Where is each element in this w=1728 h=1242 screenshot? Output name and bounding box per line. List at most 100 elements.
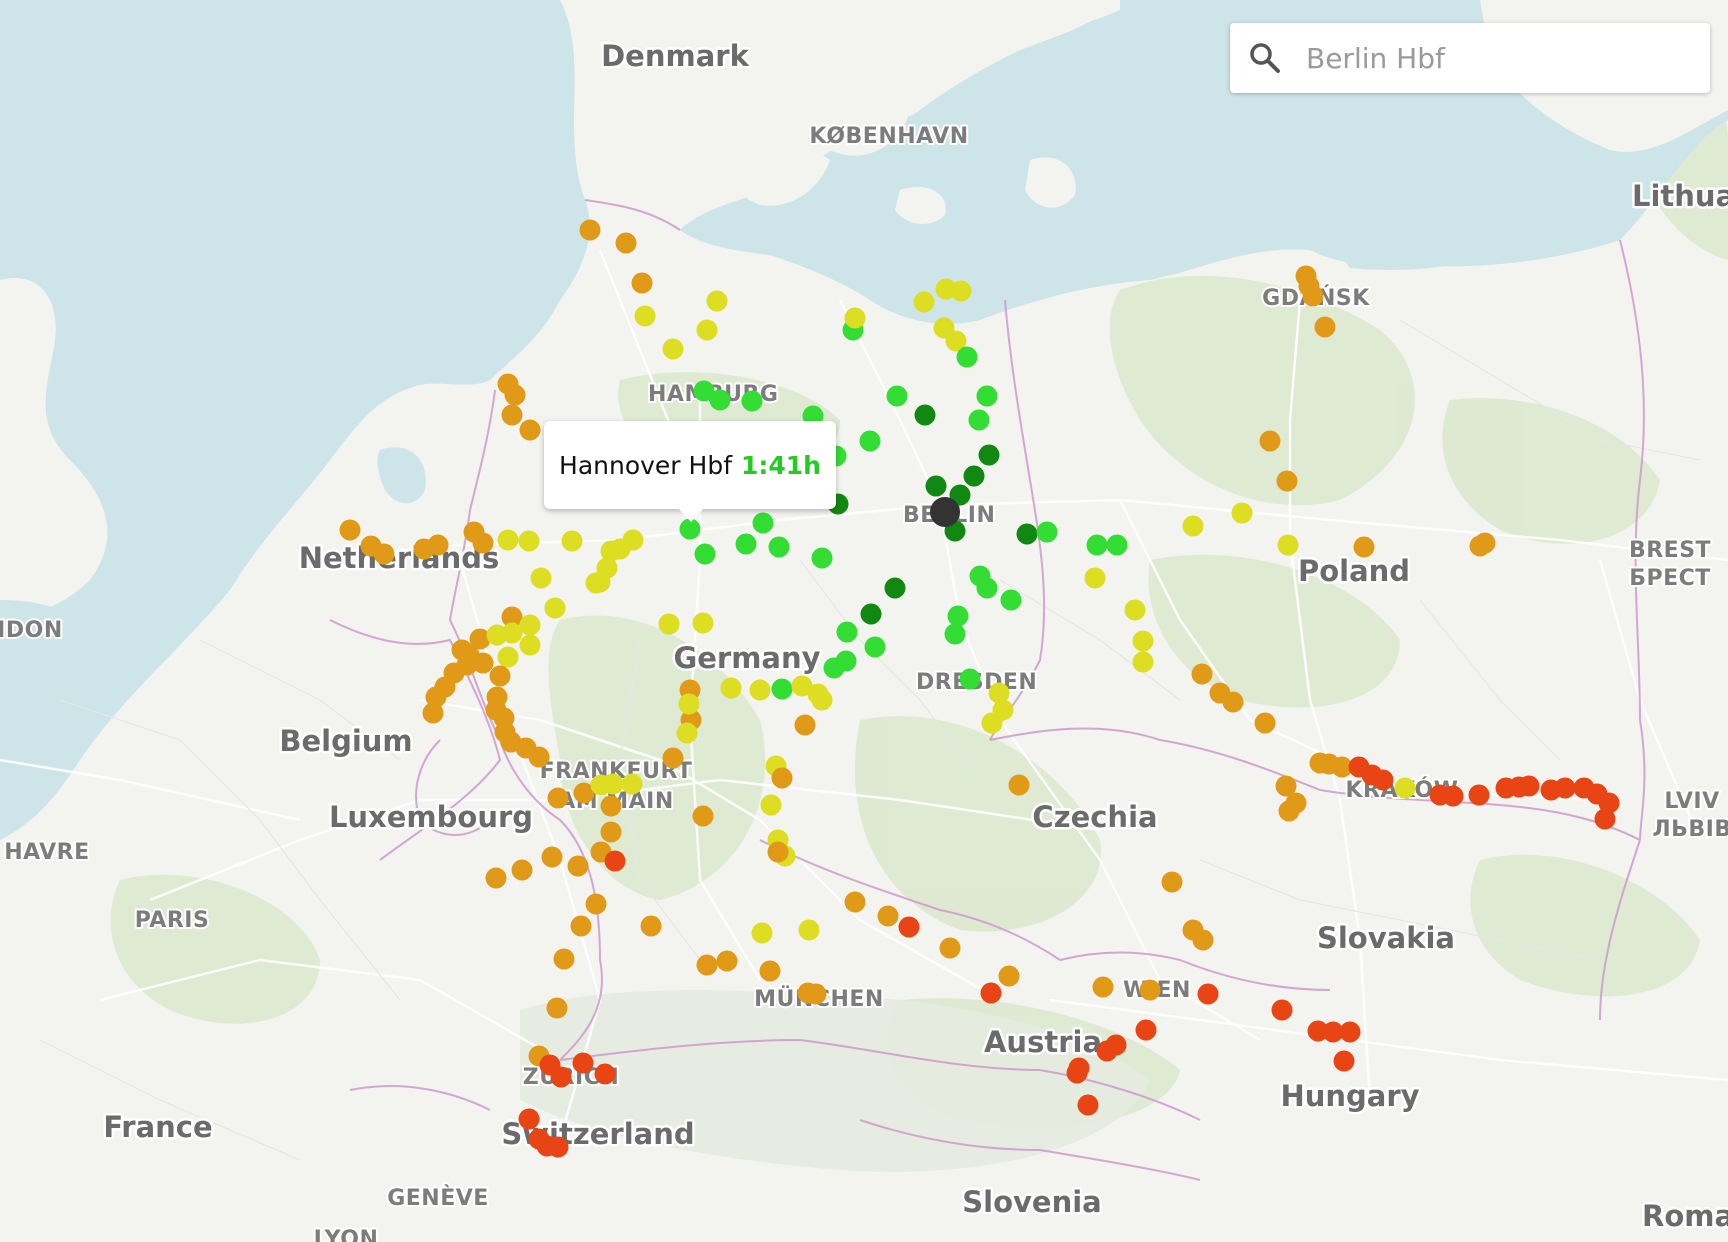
station-marker[interactable] bbox=[472, 652, 494, 674]
station-marker[interactable] bbox=[622, 529, 644, 551]
station-marker[interactable] bbox=[1276, 470, 1298, 492]
station-marker[interactable] bbox=[959, 668, 981, 690]
station-marker[interactable] bbox=[472, 532, 494, 554]
station-marker[interactable] bbox=[692, 805, 714, 827]
station-marker[interactable] bbox=[1135, 1019, 1157, 1041]
station-marker[interactable] bbox=[1139, 979, 1161, 1001]
station-marker[interactable] bbox=[976, 577, 998, 599]
map-canvas[interactable]: Denmark Netherlands Belgium Luxembourg G… bbox=[0, 0, 1728, 1242]
station-marker[interactable] bbox=[1132, 651, 1154, 673]
station-marker[interactable] bbox=[925, 475, 947, 497]
station-marker[interactable] bbox=[621, 773, 643, 795]
station-marker[interactable] bbox=[798, 919, 820, 941]
station-marker[interactable] bbox=[504, 384, 526, 406]
station-marker[interactable] bbox=[1008, 774, 1030, 796]
station-marker[interactable] bbox=[541, 846, 563, 868]
station-marker[interactable] bbox=[1066, 1062, 1088, 1084]
station-marker[interactable] bbox=[1000, 589, 1022, 611]
station-marker[interactable] bbox=[1231, 502, 1253, 524]
station-marker[interactable] bbox=[968, 409, 990, 431]
station-marker[interactable] bbox=[579, 219, 601, 241]
station-marker[interactable] bbox=[1096, 1040, 1118, 1062]
station-marker[interactable] bbox=[600, 795, 622, 817]
station-marker[interactable] bbox=[844, 891, 866, 913]
station-marker[interactable] bbox=[939, 937, 961, 959]
station-marker[interactable] bbox=[811, 689, 833, 711]
station-marker[interactable] bbox=[741, 390, 763, 412]
station-marker[interactable] bbox=[676, 722, 698, 744]
station-marker[interactable] bbox=[913, 291, 935, 313]
station-marker[interactable] bbox=[1474, 532, 1496, 554]
station-marker[interactable] bbox=[947, 605, 969, 627]
station-marker[interactable] bbox=[1372, 769, 1394, 791]
station-marker[interactable] bbox=[864, 636, 886, 658]
station-marker[interactable] bbox=[1594, 808, 1616, 830]
station-marker[interactable] bbox=[720, 677, 742, 699]
station-marker[interactable] bbox=[497, 529, 519, 551]
station-marker[interactable] bbox=[759, 960, 781, 982]
station-marker[interactable] bbox=[1036, 521, 1058, 543]
station-marker[interactable] bbox=[696, 954, 718, 976]
station-marker[interactable] bbox=[709, 389, 731, 411]
station-marker[interactable] bbox=[1333, 1050, 1355, 1072]
station-marker[interactable] bbox=[662, 747, 684, 769]
station-marker[interactable] bbox=[886, 385, 908, 407]
station-marker[interactable] bbox=[550, 1066, 572, 1088]
station-marker[interactable] bbox=[811, 547, 833, 569]
station-marker[interactable] bbox=[485, 867, 507, 889]
station-marker[interactable] bbox=[422, 702, 444, 724]
station-marker[interactable] bbox=[1259, 430, 1281, 452]
station-marker[interactable] bbox=[1016, 523, 1038, 545]
station-marker[interactable] bbox=[528, 746, 550, 768]
station-marker[interactable] bbox=[530, 567, 552, 589]
station-marker[interactable] bbox=[1314, 316, 1336, 338]
station-marker[interactable] bbox=[768, 536, 790, 558]
station-marker[interactable] bbox=[519, 634, 541, 656]
station-marker[interactable] bbox=[501, 622, 523, 644]
station-marker[interactable] bbox=[1197, 983, 1219, 1005]
station-marker[interactable] bbox=[692, 612, 714, 634]
station-marker[interactable] bbox=[1086, 534, 1108, 556]
station-marker[interactable] bbox=[547, 1136, 569, 1158]
station-marker[interactable] bbox=[1302, 285, 1324, 307]
station-marker[interactable] bbox=[823, 657, 845, 679]
station-marker[interactable] bbox=[1077, 1094, 1099, 1116]
station-marker[interactable] bbox=[716, 950, 738, 972]
station-marker[interactable] bbox=[519, 614, 541, 636]
station-marker[interactable] bbox=[694, 543, 716, 565]
station-marker[interactable] bbox=[511, 859, 533, 881]
station-marker[interactable] bbox=[978, 444, 1000, 466]
station-marker[interactable] bbox=[640, 915, 662, 937]
station-marker[interactable] bbox=[1132, 630, 1154, 652]
station-marker[interactable] bbox=[589, 571, 611, 593]
station-marker[interactable] bbox=[634, 305, 656, 327]
station-marker[interactable] bbox=[767, 841, 789, 863]
station-marker[interactable] bbox=[519, 419, 541, 441]
station-marker[interactable] bbox=[1161, 871, 1183, 893]
station-marker[interactable] bbox=[373, 543, 395, 565]
station-marker[interactable] bbox=[489, 665, 511, 687]
origin-marker-berlin-hbf[interactable] bbox=[930, 497, 960, 527]
station-marker[interactable] bbox=[760, 794, 782, 816]
station-marker[interactable] bbox=[805, 983, 827, 1005]
station-marker[interactable] bbox=[662, 338, 684, 360]
station-marker[interactable] bbox=[976, 385, 998, 407]
station-marker[interactable] bbox=[615, 232, 637, 254]
station-marker[interactable] bbox=[944, 623, 966, 645]
station-marker[interactable] bbox=[1442, 785, 1464, 807]
station-marker[interactable] bbox=[339, 519, 361, 541]
station-marker[interactable] bbox=[981, 712, 1003, 734]
station-marker[interactable] bbox=[980, 982, 1002, 1004]
station-marker[interactable] bbox=[1468, 784, 1490, 806]
station-marker[interactable] bbox=[570, 915, 592, 937]
station-marker[interactable] bbox=[600, 821, 622, 843]
station-marker[interactable] bbox=[567, 855, 589, 877]
station-marker[interactable] bbox=[1271, 999, 1293, 1021]
station-marker[interactable] bbox=[877, 905, 899, 927]
station-marker[interactable] bbox=[884, 577, 906, 599]
station-marker[interactable] bbox=[898, 916, 920, 938]
station-marker[interactable] bbox=[572, 1052, 594, 1074]
station-marker[interactable] bbox=[1394, 777, 1416, 799]
station-marker[interactable] bbox=[585, 893, 607, 915]
station-marker[interactable] bbox=[553, 948, 575, 970]
